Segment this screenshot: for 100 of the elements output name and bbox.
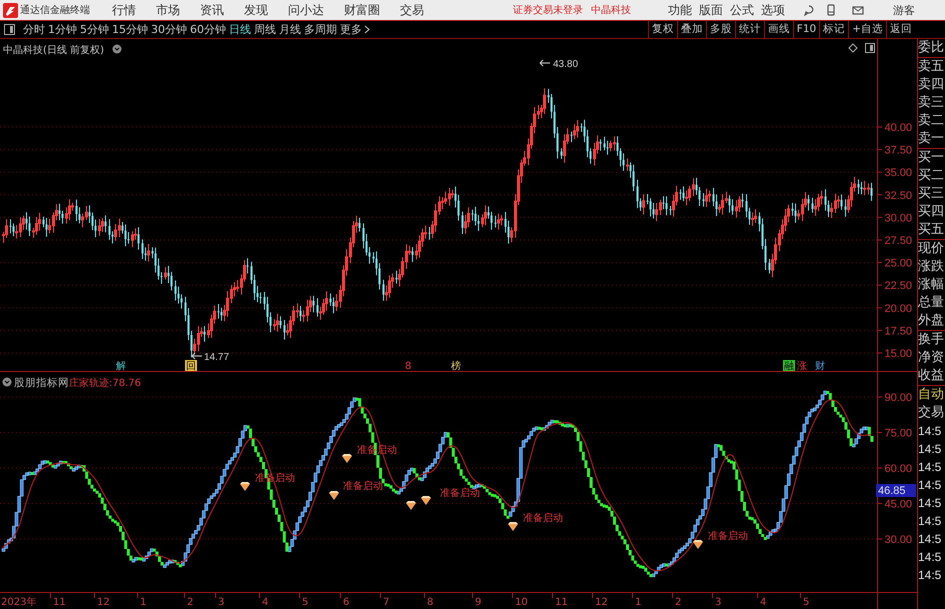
menu-item[interactable]: 功能: [668, 2, 692, 18]
price-axis-label: 37.50: [884, 144, 912, 157]
menu-item[interactable]: 选项: [761, 2, 785, 18]
price-axis-label: 22.50: [884, 280, 912, 292]
event-marker[interactable]: 8: [405, 361, 412, 372]
toolbar-button[interactable]: +自选: [848, 21, 886, 38]
trade-time: 14:5: [918, 441, 942, 458]
period-tab[interactable]: 60分钟: [190, 22, 226, 37]
panel-toggle-icon[interactable]: [4, 24, 15, 35]
date-axis-label: 11: [555, 597, 568, 608]
signal-label: 准备启动: [523, 513, 563, 524]
chart-title: 中晶科技(日线 前复权): [3, 45, 104, 56]
quote-label: 卖五: [918, 58, 945, 76]
period-tab[interactable]: 15分钟: [112, 22, 148, 37]
signal-label: 准备启动: [440, 488, 480, 499]
event-marker[interactable]: 回: [185, 360, 197, 372]
quote-label: 买一: [918, 149, 945, 167]
period-tab[interactable]: 周线: [254, 22, 276, 37]
panel-toggle-icon[interactable]: [865, 43, 875, 53]
date-axis-label: 8: [427, 597, 434, 608]
user-label[interactable]: 游客: [893, 2, 915, 18]
toolbar-button[interactable]: 复权: [648, 21, 677, 38]
price-axis-label: 15.00: [884, 348, 912, 360]
toolbar-button[interactable]: 多股: [706, 21, 735, 38]
signal-label: 准备启动: [708, 531, 748, 542]
period-tab[interactable]: 1分钟: [48, 22, 77, 37]
toolbar-button[interactable]: 叠加: [676, 21, 706, 38]
event-marker[interactable]: 解: [116, 361, 126, 372]
date-axis-label: 9: [475, 597, 482, 608]
arrow-icon: [540, 60, 550, 66]
date-axis-label: 5: [803, 597, 810, 608]
period-tab[interactable]: 30分钟: [151, 22, 187, 37]
date-axis-label: 1: [140, 597, 146, 608]
date-axis-label: 12: [595, 597, 608, 608]
quote-label: 现价: [918, 240, 945, 258]
menu-item[interactable]: 行情: [112, 2, 136, 18]
price-axis-label: 35.00: [884, 167, 912, 180]
menu-item[interactable]: 交易: [400, 2, 424, 18]
arrow-icon: [192, 352, 202, 360]
quote-label: 总量: [918, 294, 945, 312]
price-axis-label: 20.00: [884, 302, 912, 315]
menu-item[interactable]: 公式: [730, 2, 754, 18]
event-marker[interactable]: 涨: [797, 361, 807, 372]
period-tab[interactable]: 多周期: [304, 22, 337, 37]
trade-time: 14:5: [918, 423, 942, 440]
period-tab[interactable]: 日线: [229, 22, 251, 37]
quote-label: 卖一: [918, 130, 945, 148]
trade-label: 交易: [918, 404, 945, 422]
current-value-label: 46.85: [878, 485, 906, 497]
diamond-icon: [342, 454, 352, 463]
low-price-label: 14.77: [204, 352, 230, 363]
period-tab[interactable]: 更多: [340, 22, 370, 37]
price-axis-label: 32.50: [884, 190, 912, 202]
toolbar-button[interactable]: 标记: [819, 21, 848, 38]
toolbar-button[interactable]: F10: [792, 21, 820, 38]
menu-item[interactable]: 问小达: [288, 2, 324, 18]
period-tab[interactable]: 分时: [23, 22, 45, 37]
app-logo-icon: [3, 2, 18, 18]
menu-item[interactable]: 市场: [156, 2, 180, 18]
chevron-down-circle-icon[interactable]: [112, 44, 122, 54]
diamond-icon[interactable]: [848, 43, 858, 53]
quote-label: 净资: [918, 349, 945, 367]
toolbar-button[interactable]: 统计: [734, 21, 764, 38]
trade-time: 14:5: [918, 531, 942, 548]
date-axis-label: 5: [302, 597, 308, 608]
login-notice[interactable]: 证券交易未登录: [513, 3, 583, 17]
quote-label: 卖二: [918, 112, 945, 130]
diamond-icon: [240, 482, 250, 491]
period-tab[interactable]: 5分钟: [80, 22, 109, 37]
indicator-axis-label: 30.00: [884, 534, 912, 546]
mail-icon[interactable]: [852, 4, 864, 16]
toolbar-button[interactable]: 返回: [886, 21, 915, 38]
event-marker[interactable]: 榜: [451, 361, 461, 372]
app-title: 通达信金融终端: [20, 4, 90, 17]
phone-icon[interactable]: [825, 4, 837, 16]
date-axis-label: 12: [97, 597, 110, 608]
menu-item[interactable]: 财富圈: [344, 2, 380, 18]
signal-label: 准备启动: [343, 481, 383, 492]
menu-item[interactable]: 版面: [699, 2, 723, 18]
menu-item[interactable]: 资讯: [200, 2, 224, 18]
event-marker[interactable]: 财: [815, 361, 825, 372]
date-axis-label: 7: [383, 597, 390, 608]
toolbar-button[interactable]: 画线: [764, 21, 793, 38]
diamond-icon: [329, 491, 339, 500]
stock-name: 中晶科技: [591, 4, 631, 17]
indicator-name: 股朋指标网: [14, 377, 69, 389]
price-axis-label: 27.50: [884, 235, 912, 247]
quote-label: 收益: [918, 367, 945, 385]
date-axis-label: 4: [760, 597, 766, 608]
chevron-down-circle-icon[interactable]: [2, 378, 12, 386]
trade-time: 14:5: [918, 567, 942, 584]
event-marker[interactable]: 融: [783, 360, 795, 372]
high-price-label: 43.80: [553, 59, 578, 70]
period-tab[interactable]: 月线: [279, 22, 301, 37]
diamond-icon: [693, 540, 703, 549]
indicator-axis-label: 75.00: [884, 428, 912, 440]
menu-item[interactable]: 发现: [244, 2, 268, 18]
quote-label: 买五: [918, 221, 945, 239]
mode-label[interactable]: 自动: [918, 386, 945, 404]
date-axis-label: 4: [262, 597, 268, 608]
